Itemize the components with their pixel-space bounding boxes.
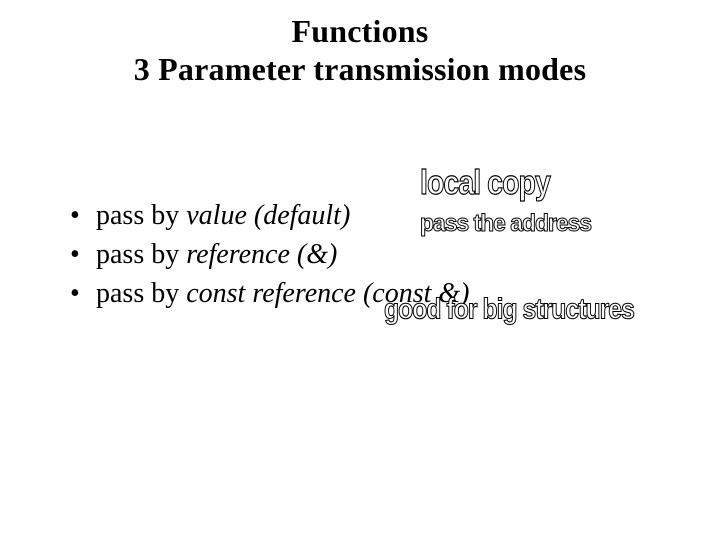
- slide-title: Functions 3 Parameter transmission modes: [0, 0, 720, 89]
- bullet-text-prefix: pass by: [96, 200, 186, 231]
- bullet-text-emph: reference (&): [186, 239, 337, 270]
- bullet-text-emph: value (default): [186, 200, 350, 231]
- list-item: •pass by value (default): [70, 196, 470, 235]
- annotation-pass-address: pass the address: [420, 210, 591, 238]
- bullet-icon: •: [70, 235, 96, 274]
- bullet-text-prefix: pass by: [96, 278, 186, 309]
- annotation-big-structures: good for big structures: [384, 292, 634, 326]
- title-line-1: Functions: [0, 12, 720, 50]
- title-line-2: 3 Parameter transmission modes: [0, 50, 720, 88]
- bullet-text-prefix: pass by: [96, 239, 186, 270]
- list-item: •pass by reference (&): [70, 235, 470, 274]
- bullet-icon: •: [70, 196, 96, 235]
- bullet-icon: •: [70, 274, 96, 313]
- annotation-local-copy: local copy: [420, 164, 550, 203]
